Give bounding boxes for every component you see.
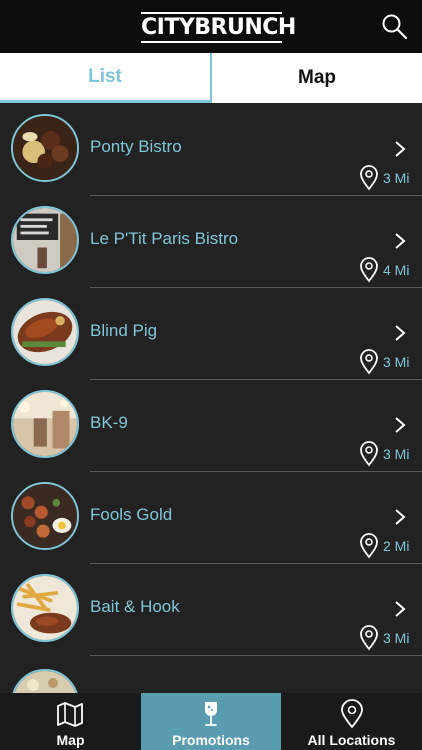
restaurant-row-blind-pig[interactable]: Blind Pig 3 Mi: [0, 287, 422, 380]
restaurant-row-le-ptit-paris-bistro[interactable]: Le P'Tit Paris Bistro 4 Mi: [0, 195, 422, 288]
restaurant-thumbnail: [11, 114, 79, 182]
restaurant-thumbnail: [11, 206, 79, 274]
chevron-right-icon: [395, 601, 406, 617]
restaurant-distance: 2 Mi: [383, 538, 410, 554]
storefront-photo-image: [13, 208, 77, 272]
chevron-right-icon: [395, 417, 406, 433]
location-pin-icon: [360, 349, 378, 375]
restaurant-distance: 4 Mi: [383, 262, 410, 278]
restaurant-name: Le P'Tit Paris Bistro: [90, 229, 239, 248]
restaurant-distance: 3 Mi: [383, 170, 410, 186]
location-pin-icon: [360, 625, 378, 651]
restaurant-name: Ponty Bistro: [90, 137, 182, 156]
food-photo-image: [13, 576, 77, 640]
food-photo-image: [13, 484, 77, 548]
nav-all-locations[interactable]: All Locations: [281, 693, 422, 750]
food-photo-image: [13, 300, 77, 364]
nav-map-label: Map: [56, 732, 85, 748]
restaurant-name: Fools Gold: [90, 505, 173, 524]
view-toggle: List Map: [0, 53, 422, 103]
restaurant-list: Ponty Bistro 3 Mi Le P'Tit Paris Bistro: [0, 103, 422, 693]
app-screen: CITYBRUNCH List Map Ponty Bistro 3 Mi Le…: [0, 0, 422, 750]
chevron-right-icon: [395, 325, 406, 341]
location-pin-icon: [360, 257, 378, 283]
restaurant-thumbnail: [11, 482, 79, 550]
bottom-navigation: Map Promotions All Locations: [0, 693, 422, 750]
location-pin-icon: [360, 441, 378, 467]
chevron-right-icon: [395, 509, 406, 525]
nav-all-locations-label: All Locations: [307, 732, 396, 748]
restaurant-thumbnail-partial[interactable]: [11, 669, 79, 693]
restaurant-name: BK-9: [90, 413, 128, 432]
food-photo-image: [13, 671, 77, 693]
wine-glass-icon: [205, 702, 217, 726]
food-photo-image: [13, 116, 77, 180]
restaurant-thumbnail: [11, 390, 79, 458]
top-header: CITYBRUNCH: [0, 0, 422, 53]
restaurant-row-bk-9[interactable]: BK-9 3 Mi: [0, 379, 422, 472]
restaurant-distance: 3 Mi: [383, 354, 410, 370]
restaurant-row-ponty-bistro[interactable]: Ponty Bistro 3 Mi: [0, 103, 422, 196]
restaurant-row-fools-gold[interactable]: Fools Gold 2 Mi: [0, 471, 422, 564]
map-icon: [57, 702, 83, 727]
search-icon[interactable]: [380, 12, 408, 40]
location-pin-icon: [360, 165, 378, 191]
chevron-right-icon: [395, 233, 406, 249]
tab-list[interactable]: List: [0, 53, 212, 103]
restaurant-thumbnail: [11, 298, 79, 366]
interior-photo-image: [13, 392, 77, 456]
restaurant-row-bait-and-hook[interactable]: Bait & Hook 3 Mi: [0, 563, 422, 656]
restaurant-distance: 3 Mi: [383, 630, 410, 646]
chevron-right-icon: [395, 141, 406, 157]
nav-promotions-label: Promotions: [172, 732, 250, 748]
restaurant-name: Bait & Hook: [90, 597, 180, 616]
nav-promotions[interactable]: Promotions: [141, 693, 281, 750]
restaurant-distance: 3 Mi: [383, 446, 410, 462]
nav-map[interactable]: Map: [0, 693, 141, 750]
location-pin-icon: [360, 533, 378, 559]
tab-map[interactable]: Map: [212, 53, 422, 103]
restaurant-name: Blind Pig: [90, 321, 158, 340]
citybrunch-logo: CITYBRUNCH: [141, 12, 296, 43]
restaurant-thumbnail: [11, 574, 79, 642]
row-divider: [90, 655, 422, 656]
location-pin-icon: [341, 699, 363, 729]
